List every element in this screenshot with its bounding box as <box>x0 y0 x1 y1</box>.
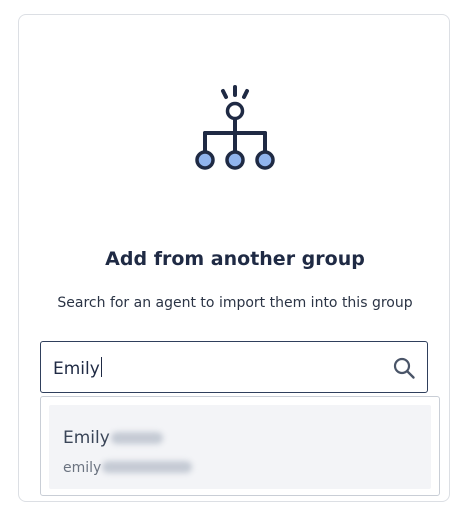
redacted-surname <box>110 432 163 444</box>
text-caret <box>100 357 102 377</box>
result-name-text: Emily <box>63 428 110 448</box>
search-icon[interactable] <box>392 356 416 380</box>
search-input-value[interactable]: Emily <box>53 357 102 380</box>
hierarchy-highlight-icon <box>19 83 451 173</box>
search-text: Emily <box>53 359 100 379</box>
search-result-item[interactable]: Emily emily <box>49 405 431 489</box>
dialog-title: Add from another group <box>105 248 365 270</box>
result-email-text: emily <box>63 460 102 476</box>
add-from-group-card: Add from another group Search for an age… <box>18 14 450 502</box>
result-name: Emily <box>63 427 163 449</box>
search-results-dropdown: Emily emily <box>40 396 440 496</box>
dialog-subtitle: Search for an agent to import them into … <box>57 295 413 311</box>
agent-search-input[interactable]: Emily <box>40 341 428 393</box>
result-email: emily <box>63 459 193 477</box>
redacted-email <box>102 461 193 473</box>
